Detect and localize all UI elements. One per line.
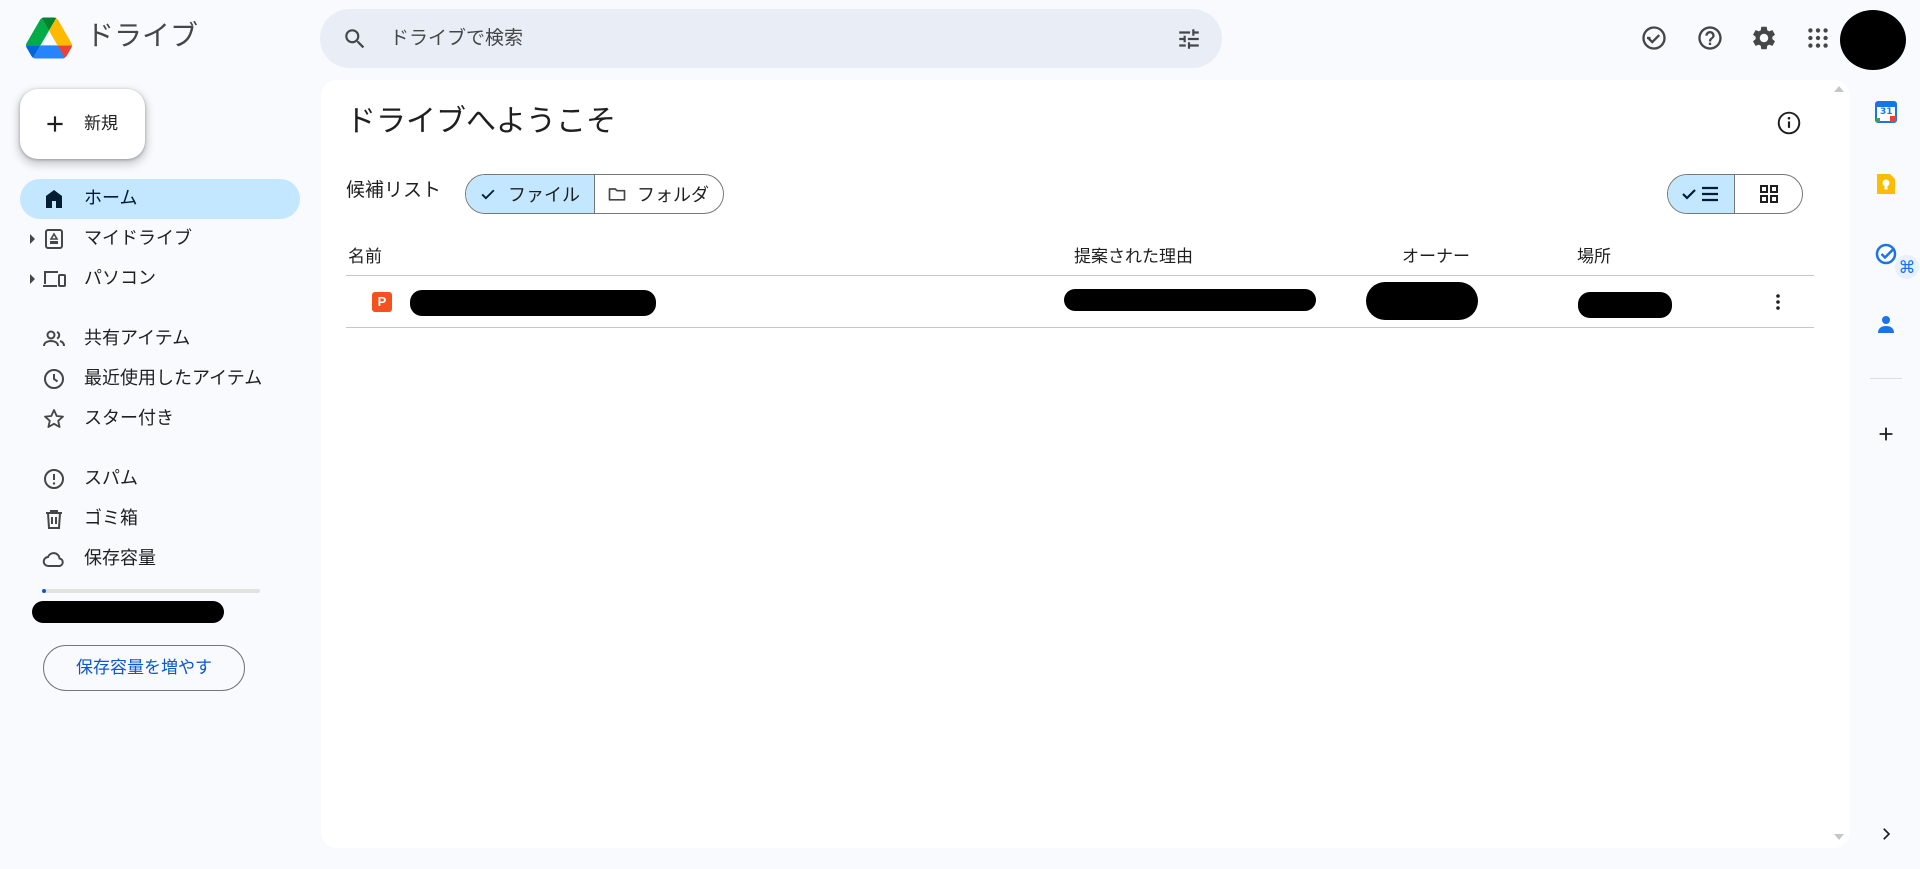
new-button-label: 新規 bbox=[84, 114, 118, 134]
trash-icon bbox=[46, 510, 62, 529]
plus-icon bbox=[47, 116, 63, 132]
more-vert-icon[interactable] bbox=[1766, 290, 1790, 314]
view-mode-toggle bbox=[1667, 174, 1803, 214]
info-icon[interactable] bbox=[1776, 110, 1802, 136]
chip-label: ファイル bbox=[508, 185, 580, 206]
redacted-owner bbox=[1366, 282, 1478, 320]
search-input[interactable]: ドライブで検索 bbox=[390, 25, 523, 51]
chevron-right-icon[interactable] bbox=[1872, 820, 1900, 848]
computers-icon bbox=[43, 271, 66, 287]
search-icon[interactable] bbox=[342, 26, 368, 52]
chip-folders[interactable]: フォルダ bbox=[595, 175, 723, 213]
calendar-icon[interactable]: 31 bbox=[1872, 98, 1900, 126]
sidebar-item-label: スター付き bbox=[84, 408, 174, 429]
sidebar-item-trash[interactable]: ゴミ箱 bbox=[20, 499, 300, 539]
new-button[interactable]: 新規 bbox=[20, 89, 145, 159]
home-icon bbox=[46, 190, 62, 208]
sidebar-item-storage[interactable]: 保存容量 bbox=[20, 539, 300, 579]
sidebar-item-label: 共有アイテム bbox=[84, 328, 191, 349]
app-name[interactable]: ドライブ bbox=[86, 18, 198, 54]
chip-label: フォルダ bbox=[637, 185, 709, 206]
shortcut-command-icon[interactable]: ⌘ bbox=[1894, 254, 1920, 280]
chip-files[interactable]: ファイル bbox=[466, 175, 595, 213]
scroll-down-arrow[interactable] bbox=[1834, 834, 1844, 840]
column-name[interactable]: 名前 bbox=[348, 246, 382, 268]
table-header: 名前 提案された理由 オーナー 場所 bbox=[346, 238, 1814, 276]
my-drive-icon bbox=[45, 229, 63, 249]
redacted-file-name bbox=[410, 290, 656, 316]
sidebar-item-label: ホーム bbox=[84, 188, 138, 209]
add-addon-plus-icon[interactable] bbox=[1872, 420, 1900, 448]
spam-icon bbox=[44, 469, 64, 489]
sidebar-item-home[interactable]: ホーム bbox=[20, 179, 300, 219]
suggestion-filter-chips: ファイル フォルダ bbox=[465, 174, 724, 214]
help-icon[interactable] bbox=[1692, 20, 1728, 56]
storage-usage-fill bbox=[42, 589, 47, 593]
sidebar-item-label: ゴミ箱 bbox=[84, 508, 138, 529]
suggestions-label: 候補リスト bbox=[346, 179, 442, 201]
grid-view-button[interactable] bbox=[1735, 175, 1802, 213]
sidebar-item-starred[interactable]: スター付き bbox=[20, 399, 300, 439]
main-content: ドライブへようこそ 候補リスト ファイル フォルダ 名前 提案された理由 オーナ… bbox=[321, 80, 1850, 848]
apps-grid-icon[interactable] bbox=[1800, 20, 1836, 56]
folder-icon bbox=[608, 188, 626, 201]
table-row[interactable]: P bbox=[346, 276, 1814, 328]
page-title: ドライブへようこそ bbox=[346, 104, 616, 139]
list-view-button[interactable] bbox=[1668, 175, 1735, 213]
storage-usage-bar bbox=[42, 589, 260, 593]
expand-caret-icon[interactable] bbox=[30, 274, 35, 284]
column-owner: オーナー bbox=[1402, 247, 1470, 267]
settings-gear-icon[interactable] bbox=[1746, 20, 1782, 56]
contacts-icon[interactable] bbox=[1872, 310, 1900, 338]
sidebar-item-label: パソコン bbox=[84, 268, 156, 289]
column-suggested-reason: 提案された理由 bbox=[1074, 247, 1193, 267]
expand-caret-icon[interactable] bbox=[30, 234, 35, 244]
grid-icon bbox=[1759, 185, 1778, 203]
sidebar-item-shared[interactable]: 共有アイテム bbox=[20, 319, 300, 359]
side-panel-divider bbox=[1870, 378, 1902, 379]
get-more-storage-button[interactable]: 保存容量を増やす bbox=[43, 645, 245, 691]
sidebar-item-label: 保存容量 bbox=[84, 548, 156, 569]
cloud-icon bbox=[42, 552, 64, 567]
sidebar-item-label: スパム bbox=[84, 468, 138, 489]
scroll-up-arrow[interactable] bbox=[1834, 86, 1844, 92]
calendar-day: 31 bbox=[1880, 107, 1893, 117]
search-bar[interactable]: ドライブで検索 bbox=[320, 9, 1222, 68]
drive-logo[interactable] bbox=[26, 16, 72, 60]
sidebar-item-label: マイドライブ bbox=[84, 228, 192, 249]
sidebar-item-recent[interactable]: 最近使用したアイテム bbox=[20, 359, 300, 399]
redacted-location bbox=[1578, 292, 1672, 318]
search-options-icon[interactable] bbox=[1176, 26, 1202, 52]
sidebar-item-label: 最近使用したアイテム bbox=[84, 368, 263, 389]
column-location: 場所 bbox=[1577, 247, 1611, 267]
shared-icon bbox=[43, 330, 65, 347]
avatar[interactable] bbox=[1840, 10, 1906, 70]
svg-text:⌘: ⌘ bbox=[1899, 258, 1916, 278]
sidebar-item-my-drive[interactable]: マイドライブ bbox=[20, 219, 300, 259]
sidebar-item-computers[interactable]: パソコン bbox=[20, 259, 300, 299]
powerpoint-file-icon: P bbox=[372, 292, 392, 312]
offline-ready-icon[interactable] bbox=[1636, 20, 1672, 56]
check-list-icon bbox=[1682, 186, 1718, 202]
redacted-suggestion-reason bbox=[1064, 289, 1316, 311]
redacted-storage-amount bbox=[32, 601, 224, 623]
check-icon bbox=[481, 189, 495, 200]
clock-icon bbox=[44, 369, 64, 389]
sidebar-item-spam[interactable]: スパム bbox=[20, 459, 300, 499]
keep-icon[interactable] bbox=[1872, 170, 1900, 198]
star-icon bbox=[44, 409, 64, 428]
